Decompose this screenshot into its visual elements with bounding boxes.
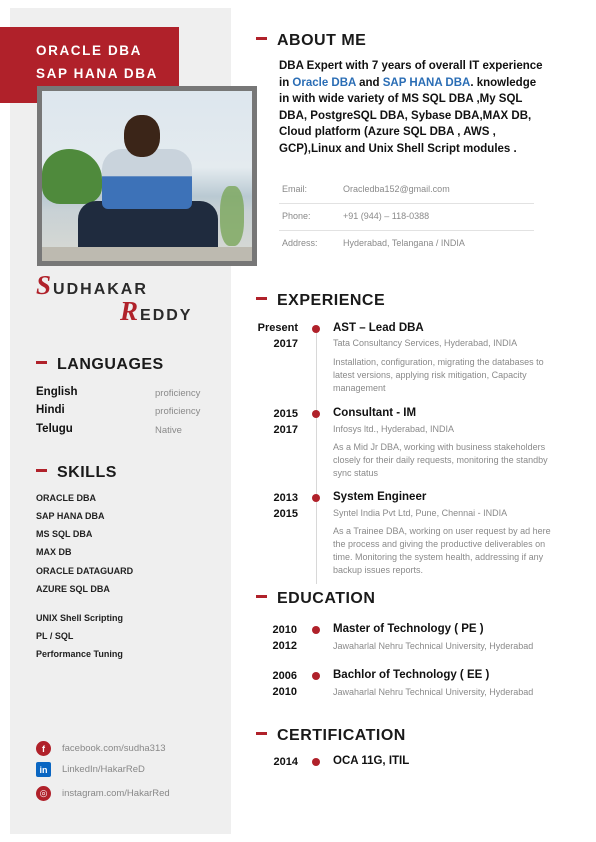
- about-heading: ABOUT ME: [256, 32, 366, 50]
- exp-desc: Installation, configuration, migrating t…: [333, 357, 544, 393]
- language-name: English: [36, 386, 78, 398]
- skill-item: UNIX Shell Scripting: [36, 613, 124, 623]
- instagram-text: instagram.com/HakarRed: [62, 788, 170, 799]
- timeline-dot: [312, 672, 320, 680]
- skill-item: Performance Tuning: [36, 649, 123, 659]
- edu-school: Jawaharlal Nehru Technical University, H…: [333, 687, 534, 697]
- instagram-icon: ◎: [36, 786, 51, 801]
- exp-years: 2013 2015: [273, 492, 298, 520]
- skill-item: SAP HANA DBA: [36, 511, 105, 521]
- language-level: proficiency: [155, 406, 201, 417]
- skill-item: MAX DB: [36, 547, 72, 557]
- edu-degree: Bachlor of Technology ( EE ): [333, 669, 490, 681]
- exp-company: Infosys ltd., Hyderabad, INDIA: [333, 424, 455, 434]
- edu-degree: Master of Technology ( PE ): [333, 623, 484, 635]
- cert-year: 2014: [273, 756, 298, 768]
- facebook-icon: f: [36, 741, 51, 756]
- instagram-link[interactable]: ◎ instagram.com/HakarRed: [36, 786, 170, 801]
- skill-item: PL / SQL: [36, 631, 74, 641]
- exp-years: 2015 2017: [273, 408, 298, 436]
- timeline-dot: [312, 410, 320, 418]
- facebook-text: facebook.com/sudha313: [62, 743, 166, 754]
- linkedin-text: LinkedIn/HakarReD: [62, 764, 145, 775]
- role-line-1: ORACLE DBA: [36, 43, 142, 58]
- skill-item: ORACLE DBA: [36, 493, 96, 503]
- experience-heading: EXPERIENCE: [256, 292, 385, 310]
- timeline-dot: [312, 626, 320, 634]
- exp-company: Tata Consultancy Services, Hyderabad, IN…: [333, 338, 518, 348]
- language-name: Telugu: [36, 423, 73, 435]
- exp-desc: As a Mid Jr DBA, working with business s…: [333, 442, 548, 478]
- language-level: Native: [155, 425, 182, 436]
- exp-desc: As a Trainee DBA, working on user reques…: [333, 526, 551, 575]
- last-name: REDDY: [120, 296, 193, 326]
- contact-email: Email: Oracledba152@gmail.com: [279, 177, 534, 204]
- exp-title: Consultant - IM: [333, 407, 417, 419]
- exp-title: System Engineer: [333, 491, 427, 503]
- languages-heading: LANGUAGES: [36, 356, 164, 374]
- cert-title: OCA 11G, ITIL: [333, 755, 410, 767]
- language-level: proficiency: [155, 388, 201, 399]
- edu-years: 2006 2010: [272, 670, 297, 698]
- contact-phone: Phone: +91 (944) – 118-0388: [279, 204, 534, 231]
- about-text: DBA Expert with 7 years of overall IT ex…: [279, 60, 543, 155]
- edu-school: Jawaharlal Nehru Technical University, H…: [333, 641, 534, 651]
- profile-photo: [37, 86, 257, 266]
- exp-title: AST – Lead DBA: [333, 322, 424, 334]
- experience-timeline: [316, 328, 317, 584]
- role-line-2: SAP HANA DBA: [36, 66, 158, 81]
- skill-item: ORACLE DATAGUARD: [36, 566, 134, 576]
- exp-years: Present 2017: [257, 322, 298, 350]
- timeline-dot: [312, 494, 320, 502]
- photo-image: [42, 91, 252, 261]
- linkedin-link[interactable]: in LinkedIn/HakarReD: [36, 762, 145, 777]
- language-name: Hindi: [36, 404, 65, 416]
- skills-heading: SKILLS: [36, 464, 117, 482]
- timeline-dot: [312, 325, 320, 333]
- exp-company: Syntel India Pvt Ltd, Pune, Chennai - IN…: [333, 508, 508, 518]
- education-heading: EDUCATION: [256, 590, 375, 608]
- skill-item: MS SQL DBA: [36, 529, 93, 539]
- facebook-link[interactable]: f facebook.com/sudha313: [36, 741, 166, 756]
- edu-years: 2010 2012: [272, 624, 297, 652]
- skill-item: AZURE SQL DBA: [36, 584, 110, 594]
- linkedin-icon: in: [36, 762, 51, 777]
- timeline-dot: [312, 758, 320, 766]
- certification-heading: CERTIFICATION: [256, 727, 406, 745]
- contact-address: Address: Hyderabad, Telangana / INDIA: [282, 238, 465, 248]
